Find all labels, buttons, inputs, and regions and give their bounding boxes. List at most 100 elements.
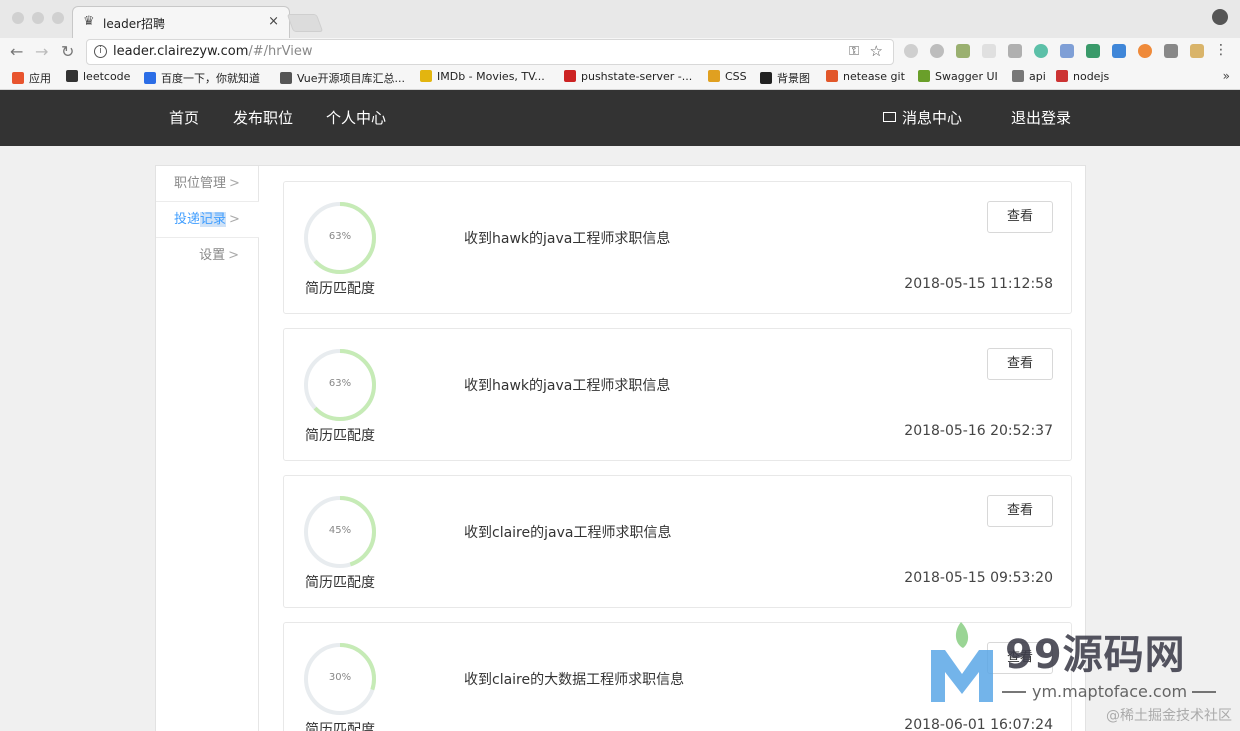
forward-icon[interactable]: → <box>35 42 48 61</box>
bookmark-label: IMDb - Movies, TV... <box>437 70 545 83</box>
bookmark-favicon-icon <box>760 72 772 84</box>
bookmark-label: leetcode <box>83 70 131 83</box>
bookmark-item[interactable]: 背景图 <box>760 70 810 86</box>
application-card: 63% 简历匹配度 收到hawk的java工程师求职信息 查看 2018-05-15 1… <box>283 181 1072 314</box>
extension-icon[interactable] <box>1034 44 1048 58</box>
match-percent: 63% <box>328 231 352 242</box>
browser-tab[interactable]: ♛ leader招聘 × <box>72 6 290 38</box>
nav-home[interactable]: 首页 <box>169 107 199 128</box>
extension-icon[interactable] <box>1112 44 1126 58</box>
bookmark-label: 百度一下，你就知道 <box>161 72 260 85</box>
window-minimize-button[interactable] <box>32 12 44 24</box>
extension-icon[interactable] <box>956 44 970 58</box>
nav-messages-label: 消息中心 <box>902 109 963 127</box>
nav-messages[interactable]: 消息中心 <box>883 107 962 128</box>
sidebar-item-label: 投递 <box>174 212 201 227</box>
bookmark-item[interactable]: Swagger UI <box>918 70 998 83</box>
nav-profile[interactable]: 个人中心 <box>326 107 386 128</box>
site-header: 首页 发布职位 个人中心 消息中心 退出登录 <box>0 90 1240 146</box>
sidebar-item-settings[interactable]: 设置 > <box>156 238 259 274</box>
info-icon[interactable]: i <box>94 45 107 58</box>
bookmark-favicon-icon <box>826 70 838 82</box>
bookmark-item[interactable]: 百度一下，你就知道 <box>144 70 260 86</box>
extension-icon[interactable] <box>930 44 944 58</box>
bookmark-item[interactable]: netease git <box>826 70 905 83</box>
bookmark-star-icon[interactable]: ☆ <box>870 42 883 60</box>
view-button[interactable]: 查看 <box>987 348 1053 380</box>
watermark-divider <box>1192 691 1216 693</box>
bookmark-item[interactable]: nodejs <box>1056 70 1109 83</box>
application-time: 2018-05-16 20:52:37 <box>904 423 1053 439</box>
sidebar-item-job-management[interactable]: 职位管理 > <box>156 166 259 202</box>
nav-logout[interactable]: 退出登录 <box>1011 107 1071 128</box>
nav-post-job[interactable]: 发布职位 <box>233 107 293 128</box>
match-label: 简历匹配度 <box>305 428 375 444</box>
bookmark-favicon-icon <box>708 70 720 82</box>
tab-close-icon[interactable]: × <box>268 14 279 29</box>
extension-icon[interactable] <box>1138 44 1152 58</box>
bookmark-favicon-icon <box>66 70 78 82</box>
bookmark-favicon-icon <box>280 72 292 84</box>
application-title: 收到hawk的java工程师求职信息 <box>464 378 671 394</box>
bookmark-item[interactable]: pushstate-server -... <box>564 70 692 83</box>
sidebar-item-label: 设置 <box>199 248 226 263</box>
bookmark-item[interactable]: CSS <box>708 70 747 83</box>
bookmark-label: netease git <box>843 70 905 83</box>
application-card: 63% 简历匹配度 收到hawk的java工程师求职信息 查看 2018-05-16 2… <box>283 328 1072 461</box>
application-time: 2018-05-15 11:12:58 <box>904 276 1053 292</box>
view-button[interactable]: 查看 <box>987 495 1053 527</box>
bookmark-item[interactable]: leetcode <box>66 70 130 83</box>
bookmark-label: 背景图 <box>777 72 810 85</box>
window-close-button[interactable] <box>12 12 24 24</box>
bookmark-item[interactable]: api <box>1012 70 1046 83</box>
crown-icon: ♛ <box>83 14 95 29</box>
reload-icon[interactable]: ↻ <box>61 42 74 61</box>
bookmark-label: api <box>1029 70 1046 83</box>
bookmark-item[interactable]: 应用 <box>12 70 51 86</box>
bookmark-label: CSS <box>725 70 747 83</box>
extension-icon[interactable] <box>1060 44 1074 58</box>
bookmark-favicon-icon <box>420 70 432 82</box>
bookmark-item[interactable]: Vue开源项目库汇总... <box>280 70 405 86</box>
application-time: 2018-05-15 09:53:20 <box>904 570 1053 586</box>
profile-icon[interactable] <box>1212 9 1228 25</box>
bookmarks-overflow-icon[interactable]: » <box>1223 69 1230 83</box>
sidebar-item-label-selected: 记录 <box>200 212 227 227</box>
extension-icon[interactable] <box>1190 44 1204 58</box>
view-button[interactable]: 查看 <box>987 201 1053 233</box>
extension-icon[interactable] <box>1086 44 1100 58</box>
browser-tabstrip: ♛ leader招聘 × <box>0 0 1240 38</box>
application-card: 45% 简历匹配度 收到claire的java工程师求职信息 查看 2018-05-15… <box>283 475 1072 608</box>
match-label: 简历匹配度 <box>305 575 375 591</box>
extension-icon[interactable] <box>904 44 918 58</box>
window-zoom-button[interactable] <box>52 12 64 24</box>
bookmark-favicon-icon <box>564 70 576 82</box>
watermark-brand: 99源码网 <box>1005 632 1186 678</box>
application-title: 收到claire的java工程师求职信息 <box>464 525 672 541</box>
watermark-divider <box>1002 691 1026 693</box>
back-icon[interactable]: ← <box>10 42 23 61</box>
match-label: 简历匹配度 <box>305 281 375 297</box>
application-title: 收到hawk的java工程师求职信息 <box>464 231 671 247</box>
more-menu-icon[interactable]: ⋮ <box>1214 42 1228 58</box>
extension-icon[interactable] <box>1008 44 1022 58</box>
bookmark-label: Vue开源项目库汇总... <box>297 72 406 85</box>
address-bar[interactable]: i leader.clairezyw.com/#/hrView ⚿ ☆ <box>86 39 894 65</box>
watermark-logo <box>931 622 993 702</box>
sidebar: 职位管理 > 投递记录 > 设置 > <box>156 166 259 731</box>
watermark-url: ym.maptoface.com <box>1032 682 1188 701</box>
key-icon[interactable]: ⚿ <box>849 44 859 59</box>
bookmark-label: Swagger UI <box>935 70 998 83</box>
tab-title: leader招聘 <box>103 17 166 31</box>
bookmark-item[interactable]: IMDb - Movies, TV... <box>420 70 545 83</box>
mail-icon <box>883 112 896 122</box>
sidebar-item-applications[interactable]: 投递记录 > <box>156 202 259 238</box>
watermark-footer: @稀土掘金技术社区 <box>1106 708 1232 724</box>
bookmark-favicon-icon <box>12 72 24 84</box>
new-tab-button[interactable] <box>286 14 324 32</box>
chevron-right-icon: > <box>229 212 240 227</box>
extension-icon[interactable] <box>982 44 996 58</box>
url-text: leader.clairezyw.com/#/hrView <box>113 44 313 59</box>
qr-code-icon[interactable] <box>1164 44 1178 58</box>
match-percent: 45% <box>328 525 352 536</box>
